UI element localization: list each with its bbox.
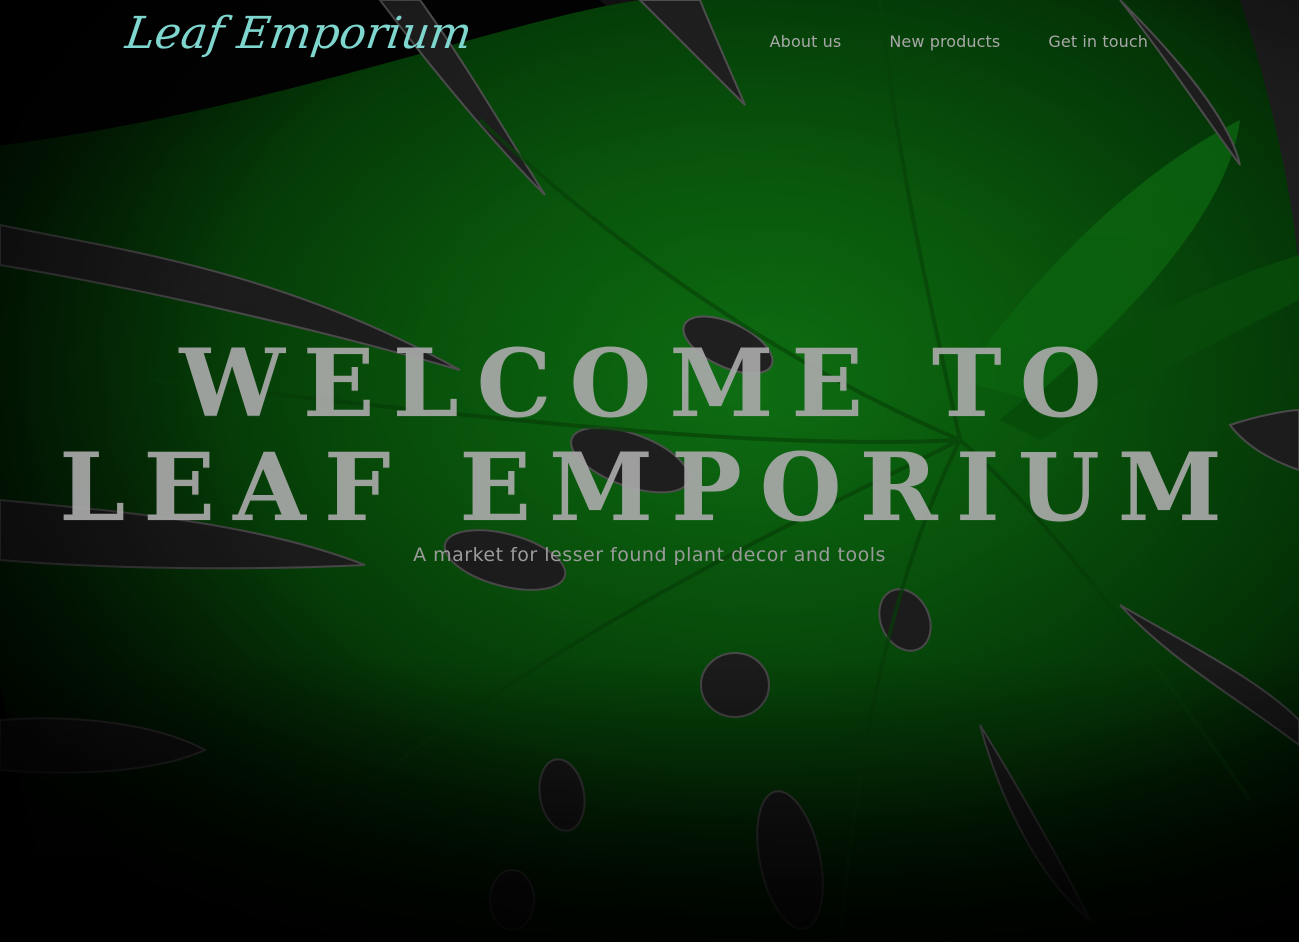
hero-title-line-1: WELCOME TO	[179, 329, 1120, 439]
nav-link-about-us[interactable]: About us	[770, 32, 842, 51]
site-header: Leaf Emporium About us New products Get …	[0, 0, 1299, 86]
nav-link-get-in-touch[interactable]: Get in touch	[1048, 32, 1148, 51]
hero-subtitle: A market for lesser found plant decor an…	[413, 544, 886, 566]
nav-link-new-products[interactable]: New products	[889, 32, 1000, 51]
main-nav: About us New products Get in touch	[770, 32, 1148, 51]
hero-title: WELCOME TO LEAF EMPORIUM	[0, 332, 1299, 540]
landing-page: Leaf Emporium About us New products Get …	[0, 0, 1299, 942]
brand-logo[interactable]: Leaf Emporium	[122, 8, 475, 59]
hero-title-line-2: LEAF EMPORIUM	[59, 433, 1240, 543]
